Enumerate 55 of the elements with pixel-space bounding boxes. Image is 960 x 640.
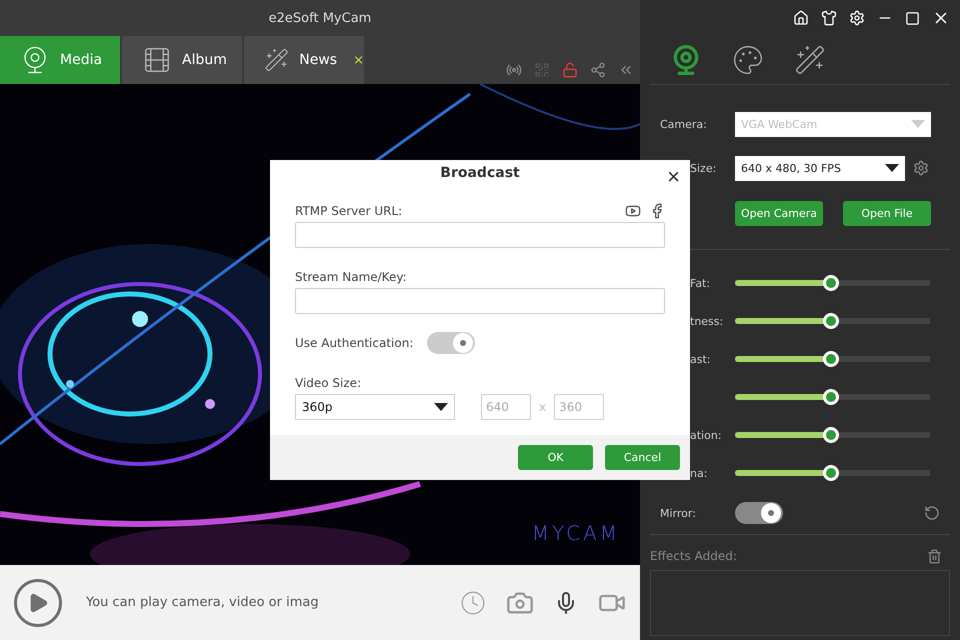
home-icon[interactable]	[793, 10, 809, 26]
film-icon	[142, 45, 172, 75]
field-label: Stream Name/Key:	[295, 270, 407, 284]
close-tab-button[interactable]: ×	[353, 52, 364, 68]
broadcast-icon[interactable]	[506, 62, 522, 78]
ok-button[interactable]: OK	[518, 445, 593, 470]
field-label: Size:	[689, 162, 718, 174]
cancel-button[interactable]: Cancel	[605, 445, 680, 470]
field-label: Use Authentication:	[295, 336, 414, 350]
trash-icon[interactable]	[927, 549, 942, 564]
slider-label: Fat:	[690, 276, 710, 290]
slider-label: na:	[690, 466, 708, 480]
maximize-icon[interactable]	[905, 10, 920, 26]
slider-thumb[interactable]	[822, 389, 839, 405]
video-size-dropdown[interactable]: 640 x 480, 30 FPS	[735, 156, 905, 180]
tab[interactable]: Album	[122, 36, 242, 84]
field-label: Mirror:	[660, 506, 697, 520]
slider-label: ation:	[690, 428, 722, 442]
status-message: You can play camera, video or imag	[86, 595, 319, 610]
reset-icon[interactable]	[924, 505, 940, 521]
dialog-title: Broadcast	[440, 165, 520, 181]
section-label: Effects Added:	[650, 549, 737, 564]
shirt-icon[interactable]	[821, 10, 837, 26]
width-field[interactable]: 640	[481, 394, 531, 420]
slider-thumb[interactable]	[822, 465, 839, 481]
share-icon[interactable]	[590, 62, 606, 78]
youtube-icon[interactable]	[625, 203, 641, 219]
magic-wand-icon[interactable]	[794, 44, 826, 76]
slider-thumb[interactable]	[822, 427, 839, 443]
slider-thumb[interactable]	[822, 275, 839, 291]
close-button[interactable]: ×	[665, 166, 682, 188]
palette-icon[interactable]	[732, 44, 764, 76]
play-button[interactable]	[14, 578, 62, 626]
slider-label: ast:	[690, 352, 710, 366]
times-sign: x	[539, 400, 546, 414]
slider-thumb[interactable]	[822, 351, 839, 367]
authentication-toggle[interactable]	[427, 332, 476, 354]
timer-icon[interactable]	[460, 590, 486, 616]
logo-text: MYCAM	[532, 521, 620, 545]
tab[interactable]: Media	[0, 36, 120, 84]
slider-thumb[interactable]	[822, 313, 839, 329]
url-field[interactable]	[295, 222, 665, 248]
stream-key-field[interactable]	[295, 288, 665, 314]
action-button[interactable]: Open File	[843, 200, 931, 226]
mirror-toggle[interactable]	[735, 502, 783, 524]
height-field[interactable]: 360	[554, 394, 604, 420]
field-label: Video Size:	[295, 376, 362, 390]
field-label: RTMP Server URL:	[295, 204, 402, 218]
video-size-dropdown[interactable]: 360p	[295, 394, 455, 420]
tab[interactable]: News ×	[244, 36, 364, 84]
action-button[interactable]: Open Camera	[735, 200, 823, 226]
field-label: Camera:	[660, 118, 708, 130]
window-title: e2eSoft MyCam	[268, 10, 372, 26]
slider-label: tness:	[690, 314, 724, 328]
unlock-icon[interactable]	[562, 62, 578, 78]
